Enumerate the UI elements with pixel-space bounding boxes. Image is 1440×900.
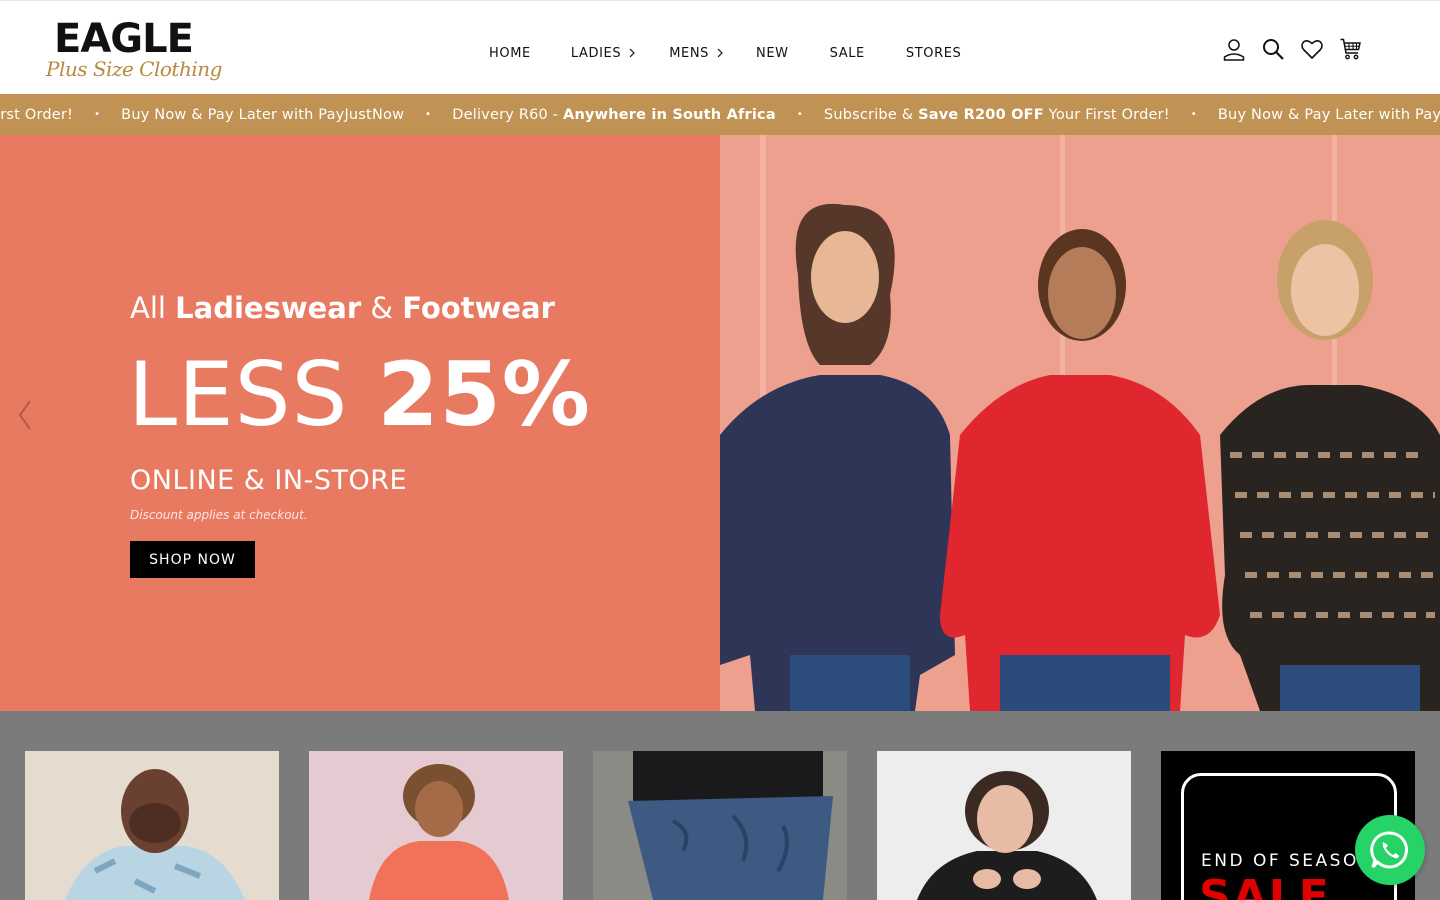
- nav-new[interactable]: NEW: [756, 46, 789, 61]
- category-image: [25, 751, 279, 900]
- category-card-mens[interactable]: [25, 751, 279, 900]
- hero-headline: LESS 25%: [128, 347, 591, 443]
- chevron-left-icon[interactable]: [12, 397, 36, 433]
- category-image: [309, 751, 563, 900]
- category-image: [877, 751, 1131, 900]
- nav-mens-label: MENS: [669, 45, 710, 61]
- separator-dot: •: [1190, 109, 1197, 120]
- nav-ladies[interactable]: LADIES: [571, 46, 636, 61]
- category-card-new[interactable]: [593, 751, 847, 900]
- hero-banner: All Ladieswear & Footwear LESS 25% ONLIN…: [0, 135, 1440, 711]
- hero-eyebrow-part: Footwear: [402, 291, 555, 325]
- logo-tagline: Plus Size Clothing: [46, 57, 222, 81]
- announcement-item[interactable]: Buy Now & Pay Later with PayJustNow: [1218, 107, 1440, 123]
- chevron-right-icon: [629, 48, 636, 58]
- logo-wordmark: EAGLE: [54, 16, 194, 62]
- hero-eyebrow-part: All: [130, 291, 176, 325]
- nav-new-label: NEW: [756, 45, 789, 61]
- category-card-ladies[interactable]: [309, 751, 563, 900]
- category-card-tops[interactable]: [877, 751, 1131, 900]
- announcement-item[interactable]: irst Order!: [0, 107, 73, 123]
- nav-ladies-label: LADIES: [570, 45, 622, 61]
- announcement-text: Buy Now & Pay Later with PayJustNow: [121, 106, 405, 123]
- category-image: [593, 751, 847, 900]
- whatsapp-chat-button[interactable]: [1355, 815, 1425, 885]
- announcement-text: Buy Now & Pay Later with PayJustNow: [1217, 106, 1440, 123]
- nav-sale-label: SALE: [829, 45, 865, 61]
- announcement-track: irst Order! • Buy Now & Pay Later with P…: [0, 94, 1440, 135]
- hero-text-panel: All Ladieswear & Footwear LESS 25% ONLIN…: [0, 135, 720, 711]
- nav-stores-label: STORES: [905, 45, 962, 61]
- cart-icon: [1340, 38, 1361, 60]
- chevron-right-icon: [717, 48, 723, 58]
- hero-models-image: [720, 135, 1440, 711]
- announcement-item[interactable]: Delivery R60 - Anywhere in South Africa: [452, 107, 776, 123]
- user-icon: [1223, 39, 1245, 61]
- separator-dot: •: [796, 109, 803, 120]
- announcement-text: irst Order!: [0, 106, 74, 123]
- site-header: EAGLE Plus Size Clothing HOME LADIES MEN…: [0, 0, 1440, 94]
- hero-image[interactable]: [720, 135, 1440, 711]
- separator-dot: •: [94, 109, 101, 120]
- search-button[interactable]: [1259, 35, 1287, 63]
- hero-headline-part: 25%: [377, 343, 591, 446]
- separator-dot: •: [425, 109, 432, 120]
- nav-sale[interactable]: SALE: [830, 46, 865, 61]
- whatsapp-icon: [1370, 831, 1409, 869]
- nav-mens[interactable]: MENS: [669, 46, 724, 61]
- hero-note: Discount applies at checkout.: [130, 508, 308, 522]
- cart-button[interactable]: [1337, 35, 1365, 63]
- hero-eyebrow: All Ladieswear & Footwear: [130, 291, 555, 325]
- announcement-item[interactable]: Buy Now & Pay Later with PayJustNow: [121, 107, 404, 123]
- nav-home-label: HOME: [489, 45, 531, 61]
- shop-now-button[interactable]: SHOP NOW: [130, 541, 255, 578]
- hero-eyebrow-part: &: [361, 291, 403, 325]
- nav-home[interactable]: HOME: [489, 46, 531, 61]
- nav-stores[interactable]: STORES: [906, 46, 962, 61]
- announcement-text: Subscribe &: [823, 106, 919, 123]
- announcement-text-bold: Save R200 OFF: [918, 106, 1044, 123]
- hero-subheadline: ONLINE & IN-STORE: [130, 465, 408, 496]
- header-icons: [1220, 35, 1365, 63]
- announcement-bar: irst Order! • Buy Now & Pay Later with P…: [0, 94, 1440, 135]
- announcement-text: Your First Order!: [1043, 106, 1170, 123]
- account-button[interactable]: [1220, 35, 1248, 63]
- eagle-logo[interactable]: EAGLE Plus Size Clothing: [46, 16, 222, 85]
- main-nav: HOME LADIES MENS NEW SALE STORES: [489, 43, 961, 63]
- hero-eyebrow-part: Ladieswear: [175, 291, 362, 325]
- announcement-text-bold: Anywhere in South Africa: [563, 106, 776, 123]
- wishlist-button[interactable]: [1298, 35, 1326, 63]
- sale-card-word: SALE: [1199, 871, 1331, 900]
- hero-headline-part: LESS: [128, 343, 378, 446]
- announcement-text: Delivery R60 -: [452, 106, 564, 123]
- category-strip: END OF SEASO SALE: [0, 711, 1440, 900]
- heart-icon: [1301, 40, 1323, 59]
- search-icon: [1263, 39, 1284, 60]
- announcement-item[interactable]: Subscribe & Save R200 OFF Your First Ord…: [824, 107, 1170, 123]
- sale-card-title: END OF SEASO: [1201, 851, 1359, 871]
